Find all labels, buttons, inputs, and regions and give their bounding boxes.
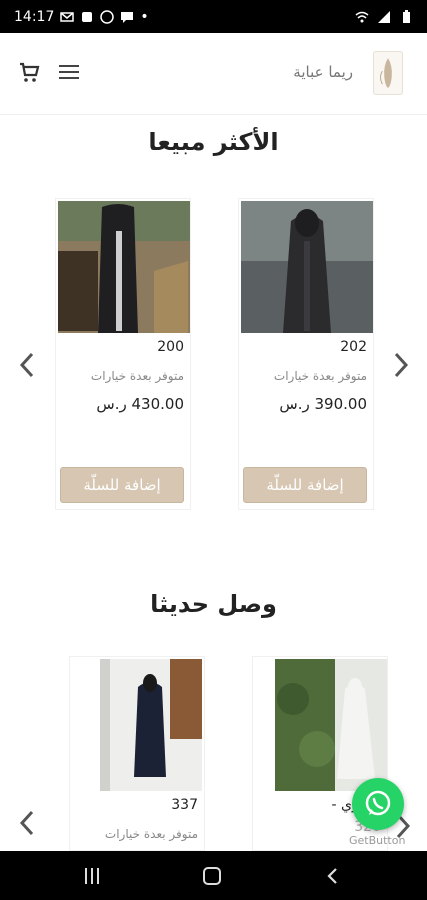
system-nav-bar — [0, 851, 427, 900]
battery-icon — [403, 9, 410, 23]
message-icon — [121, 11, 134, 23]
getbutton-caption: GetButton — [349, 834, 406, 847]
back-icon[interactable] — [323, 866, 343, 886]
status-time: 14:17 — [14, 8, 55, 25]
add-to-cart-button[interactable]: إضافة للسلّة — [243, 467, 367, 503]
product-name: 337 — [171, 797, 198, 813]
product-price: 430.00 ر.س — [96, 395, 184, 413]
product-options-note: متوفر بعدة خيارات — [104, 827, 198, 841]
whatsapp-status-icon — [100, 9, 115, 24]
product-image[interactable] — [85, 659, 217, 791]
wifi-icon — [355, 11, 369, 22]
product-image[interactable] — [265, 659, 397, 791]
brand-name[interactable]: ريما عباية — [293, 63, 353, 81]
chevron-left-icon[interactable] — [16, 808, 38, 838]
product-price: 390.00 ر.س — [279, 395, 367, 413]
product-options-note: متوفر بعدة خيارات — [90, 369, 184, 383]
status-bar: 14:17 • — [0, 0, 427, 33]
brand-logo[interactable] — [373, 51, 403, 95]
cart-icon[interactable] — [17, 61, 41, 85]
product-card[interactable]: 202 متوفر بعدة خيارات 390.00 ر.س إضافة ل… — [238, 198, 374, 510]
new-arrivals-title: وصل حديثا — [150, 590, 277, 618]
product-name: 202 — [340, 339, 367, 355]
product-options-note: متوفر بعدة خيارات — [273, 369, 367, 383]
menu-icon[interactable] — [59, 65, 79, 81]
gmail-icon — [60, 11, 75, 22]
add-to-cart-button[interactable]: إضافة للسلّة — [60, 467, 184, 503]
product-image[interactable] — [58, 201, 190, 333]
sim-icon — [82, 11, 93, 22]
whatsapp-icon — [365, 790, 391, 816]
product-card[interactable]: 337 متوفر بعدة خيارات — [69, 656, 205, 851]
home-icon[interactable] — [203, 867, 221, 885]
product-image[interactable] — [241, 201, 373, 333]
product-name: 200 — [157, 339, 184, 355]
notification-dot: • — [140, 8, 149, 25]
app-header: ريما عباية — [0, 33, 427, 115]
chevron-right-icon[interactable] — [390, 350, 412, 380]
best-sellers-title: الأكثر مبيعا — [148, 128, 279, 156]
product-card[interactable]: 200 متوفر بعدة خيارات 430.00 ر.س إضافة ل… — [55, 198, 191, 510]
chevron-left-icon[interactable] — [16, 350, 38, 380]
whatsapp-button[interactable] — [352, 778, 404, 830]
recent-apps-icon[interactable] — [85, 868, 101, 884]
signal-icon — [378, 10, 390, 23]
